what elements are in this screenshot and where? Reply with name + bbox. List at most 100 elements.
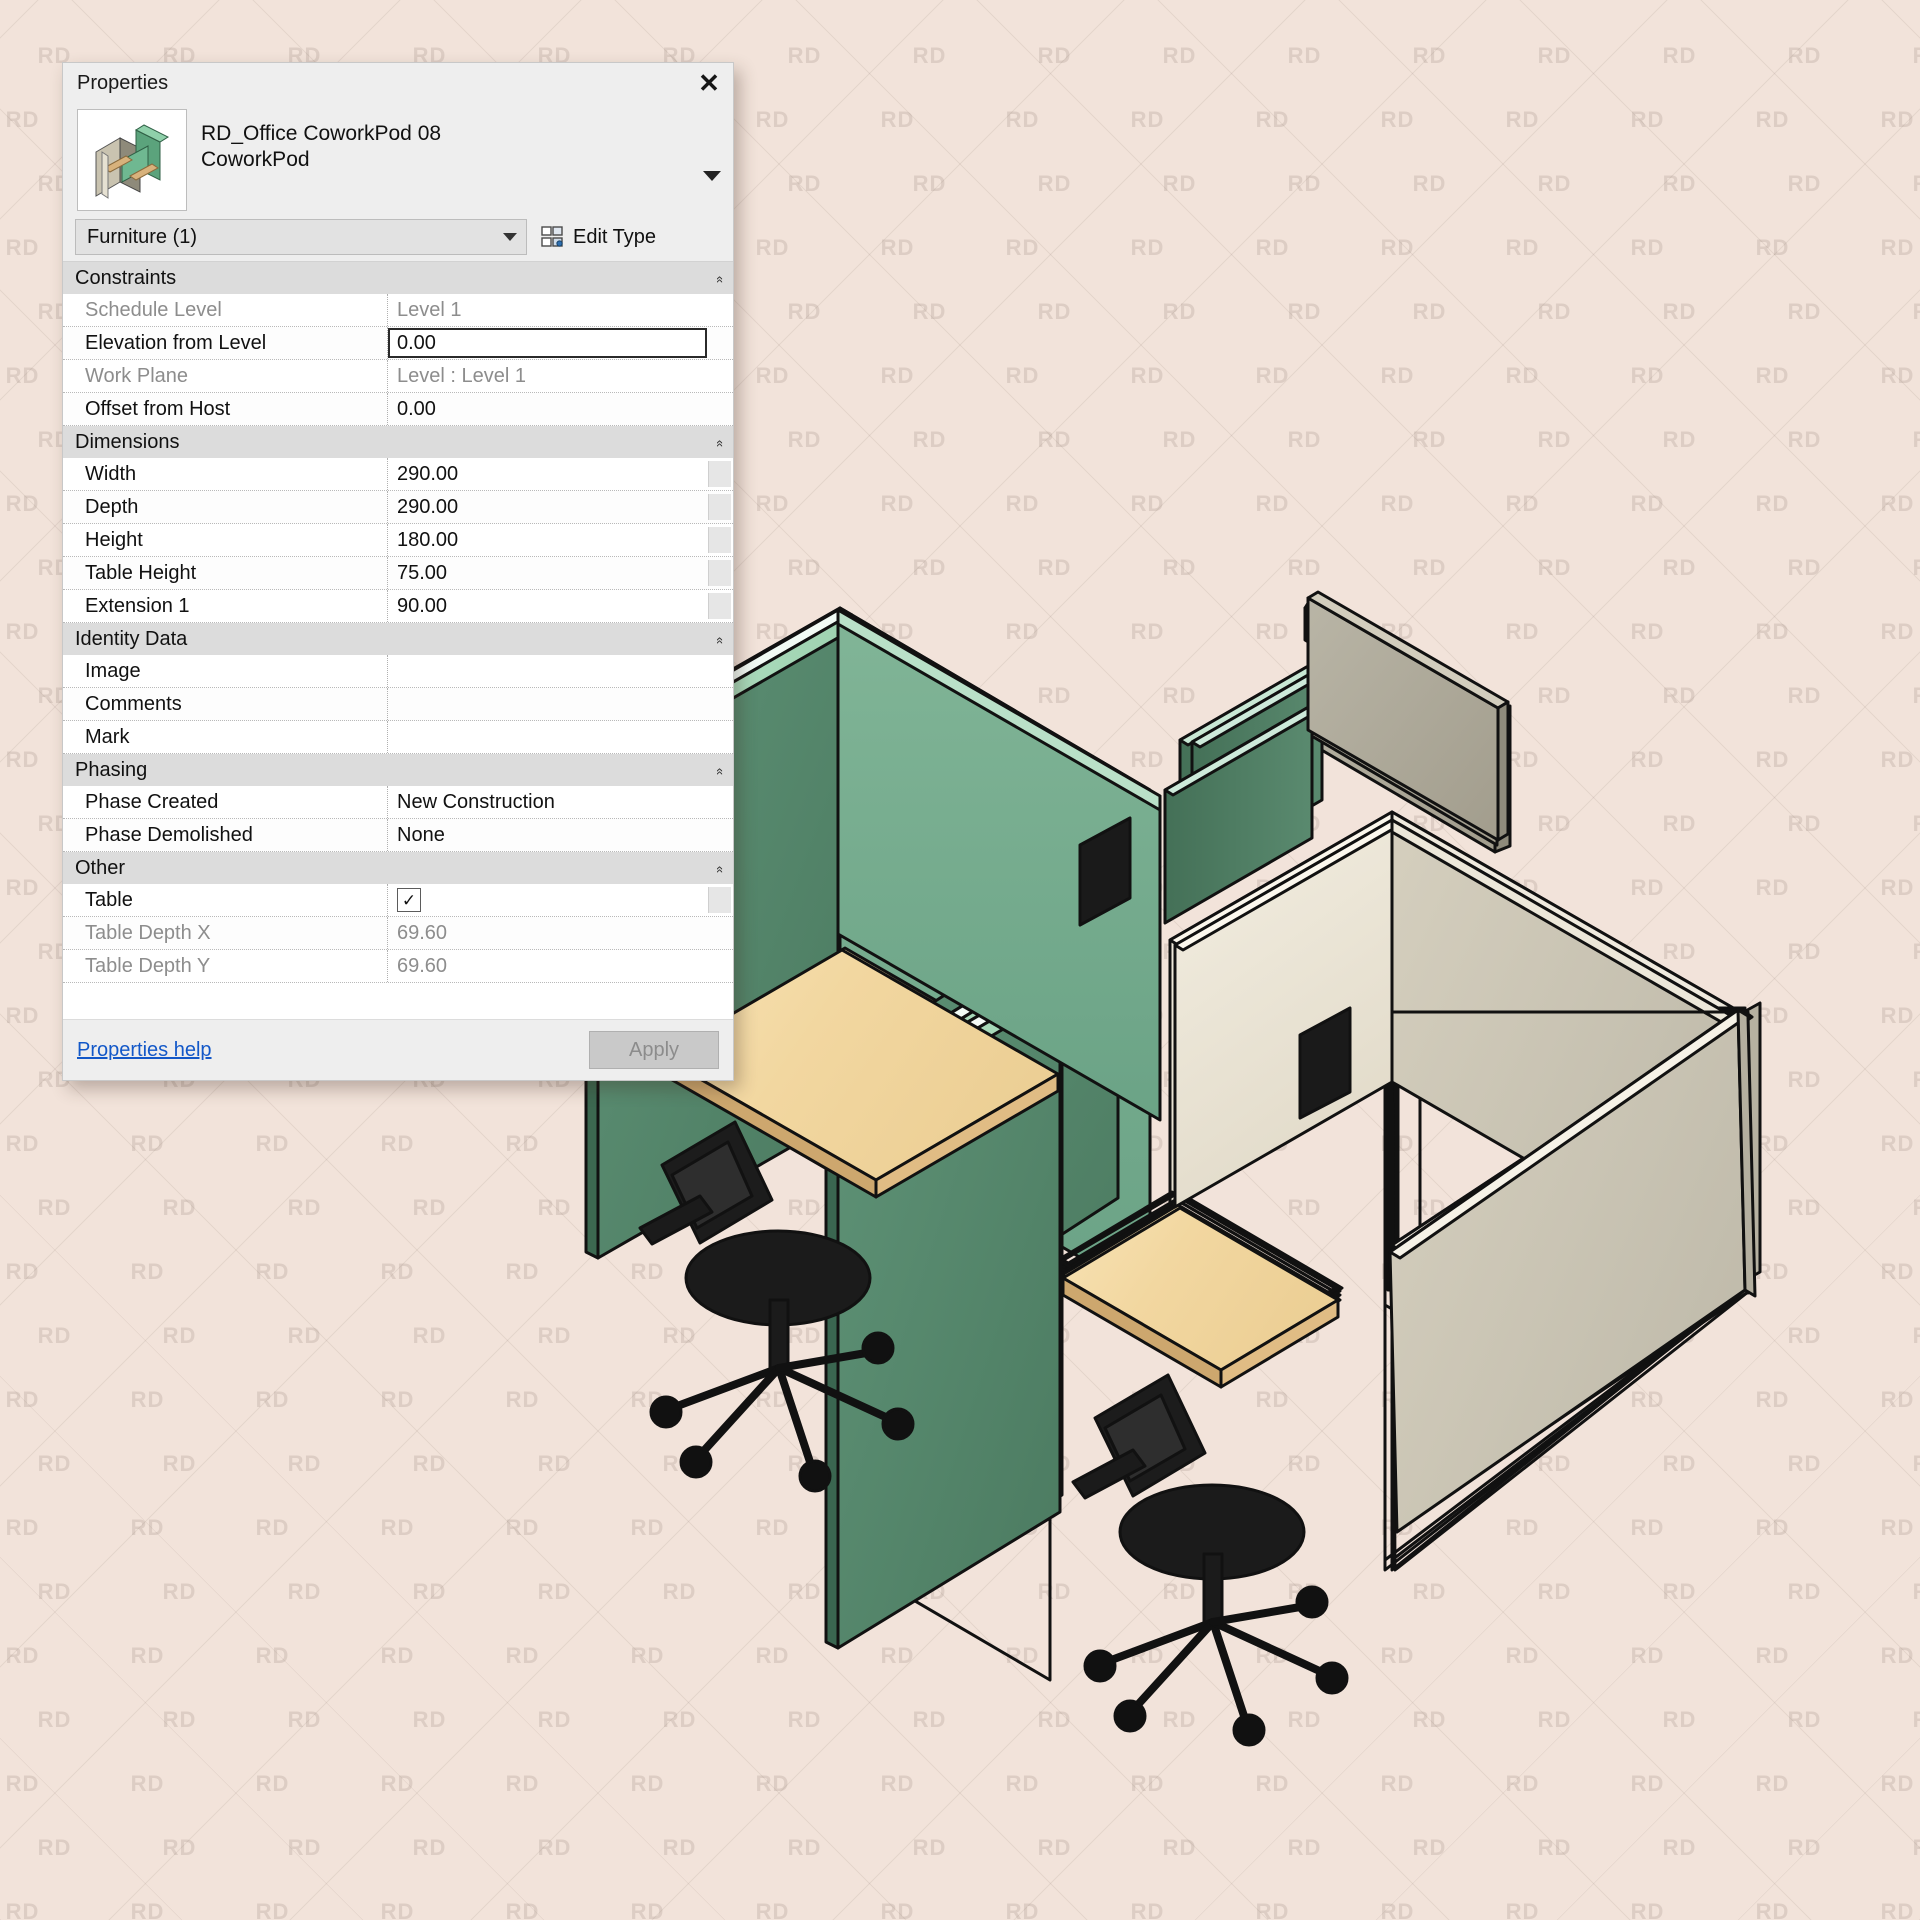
table-pad [63,983,733,1019]
property-row[interactable]: Table Height 75.00 [63,557,733,590]
property-group-header[interactable]: Identity Data « [63,623,733,655]
property-row[interactable]: Table ✓ [63,884,733,917]
property-row[interactable]: Phase Demolished None [63,819,733,852]
property-name: Elevation from Level [63,327,388,359]
property-value[interactable]: New Construction [388,786,709,818]
property-row[interactable]: Work Plane Level : Level 1 [63,360,733,393]
property-row[interactable]: Elevation from Level 0.00 [63,327,733,360]
edit-type-button[interactable]: Edit Type [537,226,656,249]
property-row[interactable]: Mark [63,721,733,754]
value-spinner[interactable] [708,593,731,619]
row-spacer [709,330,731,356]
property-value[interactable]: 0.00 [388,393,709,425]
property-name: Image [63,655,388,687]
category-select-value: Furniture (1) [87,225,198,248]
row-spacer [709,822,731,848]
edit-type-icon [541,226,565,248]
checkbox-checked-icon[interactable]: ✓ [397,888,421,912]
property-row[interactable]: Phase Created New Construction [63,786,733,819]
property-name: Table Depth X [63,917,388,949]
properties-palette[interactable]: Properties ✕ RD_Office CoworkPod 08 Cowo… [62,62,734,1081]
property-name: Phase Created [63,786,388,818]
row-spacer [709,396,731,422]
property-group-header[interactable]: Other « [63,852,733,884]
value-spinner[interactable] [708,494,731,520]
property-row[interactable]: Comments [63,688,733,721]
property-row[interactable]: Schedule Level Level 1 [63,294,733,327]
property-row[interactable]: Image [63,655,733,688]
value-spinner[interactable] [708,461,731,487]
chevron-collapse-icon[interactable]: « [713,767,728,772]
chevron-collapse-icon[interactable]: « [713,636,728,641]
family-type-name-line2: CoworkPod [201,147,310,171]
property-row[interactable]: Offset from Host 0.00 [63,393,733,426]
property-name: Table [63,884,388,916]
type-selector-area[interactable]: RD_Office CoworkPod 08 CoworkPod [63,103,733,219]
property-row[interactable]: Table Depth X 69.60 [63,917,733,950]
row-spacer [709,789,731,815]
property-value[interactable]: Level : Level 1 [388,360,709,392]
value-spinner[interactable] [708,527,731,553]
property-row[interactable]: Depth 290.00 [63,491,733,524]
property-group-header[interactable]: Constraints « [63,262,733,294]
property-name: Work Plane [63,360,388,392]
row-spacer [709,724,731,750]
property-row[interactable]: Width 290.00 [63,458,733,491]
property-name: Table Depth Y [63,950,388,982]
property-value[interactable] [388,688,709,720]
app-canvas: RDRDRDRDRDRDRDRDRDRDRDRDRDRDRDRDRDRDRDRD… [0,0,1920,1920]
property-value[interactable]: None [388,819,709,851]
property-value[interactable]: 290.00 [388,491,708,523]
chevron-collapse-icon[interactable]: « [713,439,728,444]
property-group-name: Other [75,856,126,879]
property-row[interactable]: Table Depth Y 69.60 [63,950,733,983]
property-name: Depth [63,491,388,523]
apply-button[interactable]: Apply [589,1031,719,1069]
property-row[interactable]: Height 180.00 [63,524,733,557]
property-value[interactable]: ✓ [388,884,708,916]
row-spacer [709,658,731,684]
properties-help-link[interactable]: Properties help [77,1039,212,1062]
value-spinner[interactable] [708,887,731,913]
properties-footer: Properties help Apply [63,1019,733,1080]
chevron-collapse-icon[interactable]: « [713,275,728,280]
property-row[interactable]: Extension 1 90.00 [63,590,733,623]
properties-title: Properties [77,71,169,94]
property-value[interactable]: 290.00 [388,458,708,490]
row-spacer [709,297,731,323]
family-type-name: RD_Office CoworkPod 08 CoworkPod [201,109,725,172]
chevron-down-icon[interactable] [703,171,721,181]
family-type-name-line1: RD_Office CoworkPod 08 [201,122,442,145]
property-value[interactable]: 0.00 [388,328,707,358]
close-icon[interactable]: ✕ [695,69,723,97]
property-name: Width [63,458,388,490]
chevron-collapse-icon[interactable]: « [713,865,728,870]
property-group-header[interactable]: Dimensions « [63,426,733,458]
row-spacer [709,363,731,389]
property-name: Comments [63,688,388,720]
property-group-name: Identity Data [75,627,188,650]
property-value[interactable]: 75.00 [388,557,708,589]
property-value[interactable]: 90.00 [388,590,708,622]
property-value[interactable] [388,721,709,753]
property-value[interactable]: Level 1 [388,294,709,326]
property-name: Schedule Level [63,294,388,326]
property-name: Offset from Host [63,393,388,425]
property-value[interactable]: 69.60 [388,950,709,982]
property-name: Height [63,524,388,556]
property-value[interactable]: 180.00 [388,524,708,556]
category-row: Furniture (1) Edit Type [63,219,733,261]
edit-type-label: Edit Type [573,225,657,248]
family-type-thumbnail [77,109,187,211]
value-spinner[interactable] [708,560,731,586]
category-select[interactable]: Furniture (1) [75,219,527,255]
property-value[interactable]: 69.60 [388,917,709,949]
property-name: Phase Demolished [63,819,388,851]
row-spacer [709,691,731,717]
row-spacer [709,953,731,979]
property-group-name: Dimensions [75,430,180,453]
property-group-name: Constraints [75,266,177,289]
property-name: Table Height [63,557,388,589]
property-group-header[interactable]: Phasing « [63,754,733,786]
property-value[interactable] [388,655,709,687]
